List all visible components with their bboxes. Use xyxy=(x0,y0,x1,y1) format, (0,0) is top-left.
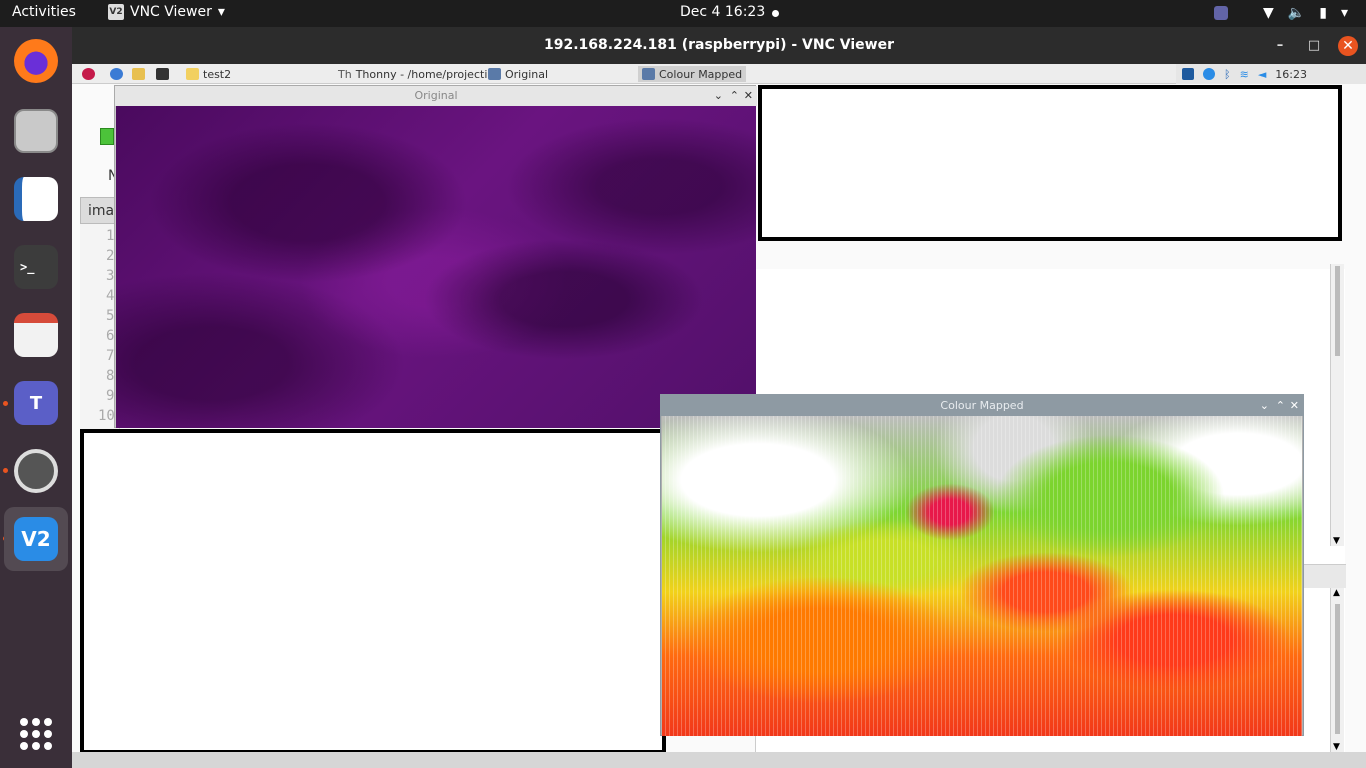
writer-icon xyxy=(14,177,58,221)
shell-scrollbar[interactable]: ▲ ▼ xyxy=(1330,588,1344,752)
dock-vnc-viewer[interactable]: V2 xyxy=(4,507,68,571)
vnc-viewer-icon: V2 xyxy=(14,517,58,561)
app-menu[interactable]: V2 VNC Viewer ▾ xyxy=(108,4,225,20)
wifi-icon: ▼ xyxy=(1263,5,1274,21)
vnc-bottom-scroll[interactable] xyxy=(72,752,1366,768)
task-label: test2 xyxy=(203,67,232,81)
blank-window[interactable] xyxy=(758,85,1342,241)
window-icon xyxy=(642,68,655,80)
bluetooth-icon[interactable]: ᛒ xyxy=(1224,68,1231,81)
running-indicator xyxy=(3,401,8,406)
maximize-button[interactable]: □ xyxy=(1304,36,1324,56)
chevron-down-icon[interactable]: ⌄ xyxy=(714,86,723,106)
chevron-down-icon: ▾ xyxy=(1340,5,1348,21)
task-label: Original xyxy=(505,67,549,81)
dock: >_ T V2 xyxy=(0,27,72,768)
activities-button[interactable]: Activities xyxy=(12,4,76,20)
vnc-tray-icon[interactable] xyxy=(1182,68,1194,80)
window-icon xyxy=(488,68,501,80)
dock-settings[interactable] xyxy=(12,447,60,495)
chevron-up-icon[interactable]: ⌃ xyxy=(1276,395,1285,416)
editor-scrollbar[interactable]: ▼ xyxy=(1330,264,1344,546)
dock-document-viewer[interactable] xyxy=(12,311,60,359)
teams-icon: T xyxy=(14,381,58,425)
globe-icon xyxy=(110,68,123,80)
dock-firefox[interactable] xyxy=(12,37,60,85)
vnc-titlebar[interactable]: 192.168.224.181 (raspberrypi) - VNC View… xyxy=(72,27,1366,64)
chevron-down-icon[interactable]: ⌄ xyxy=(1260,395,1269,416)
close-icon[interactable]: ✕ xyxy=(1290,395,1299,416)
scroll-up-icon[interactable]: ▲ xyxy=(1333,588,1340,598)
scrollbar-thumb[interactable] xyxy=(1335,604,1340,734)
folder-icon xyxy=(132,68,145,80)
document-viewer-icon xyxy=(14,313,58,357)
task-test2[interactable]: test2 xyxy=(186,66,231,82)
task-thonny[interactable]: Th Thonny - /home/projecti... xyxy=(338,66,498,82)
thonny-icon: Th xyxy=(338,67,352,81)
battery-icon: ▮ xyxy=(1319,5,1327,21)
app-menu-label: VNC Viewer xyxy=(130,4,212,20)
scrollbar-thumb[interactable] xyxy=(1335,266,1340,356)
scroll-down-icon[interactable]: ▼ xyxy=(1333,536,1340,546)
terminal-icon: >_ xyxy=(14,245,58,289)
colour-mapped-titlebar[interactable]: Colour Mapped ⌄ ⌃ ✕ xyxy=(661,395,1303,416)
original-titlebar[interactable]: Original ⌄ ⌃ ✕ xyxy=(115,86,757,106)
file-manager-launcher[interactable] xyxy=(132,66,145,82)
gear-icon xyxy=(14,449,58,493)
firefox-icon xyxy=(14,39,58,83)
teams-tray-icon[interactable] xyxy=(1214,6,1228,20)
raspberry-icon xyxy=(82,68,95,80)
colour-mapped-window[interactable]: Colour Mapped ⌄ ⌃ ✕ xyxy=(660,394,1304,736)
volume-icon: 🔈 xyxy=(1287,5,1306,21)
dock-terminal[interactable]: >_ xyxy=(12,243,60,291)
chevron-down-icon: ▾ xyxy=(217,4,225,20)
dock-writer[interactable] xyxy=(12,175,60,223)
remote-desktop[interactable]: test2 Th Thonny - /home/projecti... Orig… xyxy=(72,64,1366,768)
pi-taskbar: test2 Th Thonny - /home/projecti... Orig… xyxy=(72,64,1366,84)
vnc-viewer-window: 192.168.224.181 (raspberrypi) - VNC View… xyxy=(72,27,1366,768)
folder-icon xyxy=(186,68,199,80)
volume-icon[interactable]: ◄ xyxy=(1258,68,1266,81)
wifi-icon[interactable]: ≋ xyxy=(1240,68,1249,81)
vnc-app-icon: V2 xyxy=(108,4,124,20)
minimize-button[interactable]: – xyxy=(1270,36,1290,56)
close-button[interactable]: ✕ xyxy=(1338,36,1358,56)
colour-mapped-image xyxy=(662,416,1302,736)
original-image xyxy=(116,106,756,428)
update-icon[interactable] xyxy=(1203,68,1215,80)
close-icon[interactable]: ✕ xyxy=(744,86,753,106)
run-button[interactable] xyxy=(100,128,114,145)
running-indicator xyxy=(3,468,8,473)
browser-launcher[interactable] xyxy=(110,66,123,82)
task-colour-mapped[interactable]: Colour Mapped xyxy=(638,66,747,82)
clock[interactable]: Dec 4 16:23 xyxy=(680,4,765,20)
app-grid-icon xyxy=(20,718,52,750)
editor-tab[interactable]: ima xyxy=(80,197,116,224)
blank-window[interactable] xyxy=(80,429,666,754)
scroll-down-icon[interactable]: ▼ xyxy=(1333,742,1340,752)
dock-files[interactable] xyxy=(12,107,60,155)
pi-system-tray: ᛒ ≋ ◄ 16:23 xyxy=(1176,64,1366,84)
terminal-icon xyxy=(156,68,169,80)
original-title: Original xyxy=(414,89,458,102)
chevron-up-icon[interactable]: ⌃ xyxy=(730,86,739,106)
dock-teams[interactable]: T xyxy=(12,379,60,427)
colour-mapped-title: Colour Mapped xyxy=(940,399,1024,412)
notification-dot-icon xyxy=(772,10,779,17)
gnome-top-bar: Activities V2 VNC Viewer ▾ Dec 4 16:23 ▼… xyxy=(0,0,1366,27)
original-window[interactable]: Original ⌄ ⌃ ✕ xyxy=(114,85,757,428)
raspberry-menu-button[interactable] xyxy=(82,66,95,82)
system-tray[interactable]: ▼ 🔈 ▮ ▾ xyxy=(1263,5,1348,21)
task-original[interactable]: Original xyxy=(488,66,548,82)
shell-header xyxy=(1302,564,1346,588)
terminal-launcher[interactable] xyxy=(156,66,169,82)
pi-clock: 16:23 xyxy=(1275,67,1307,81)
line-number: 10 xyxy=(98,408,115,424)
vnc-title: 192.168.224.181 (raspberrypi) - VNC View… xyxy=(544,37,894,53)
files-icon xyxy=(14,109,58,153)
task-label: Thonny - /home/projecti... xyxy=(355,67,498,81)
show-applications-button[interactable] xyxy=(12,710,60,758)
task-label: Colour Mapped xyxy=(659,67,743,81)
